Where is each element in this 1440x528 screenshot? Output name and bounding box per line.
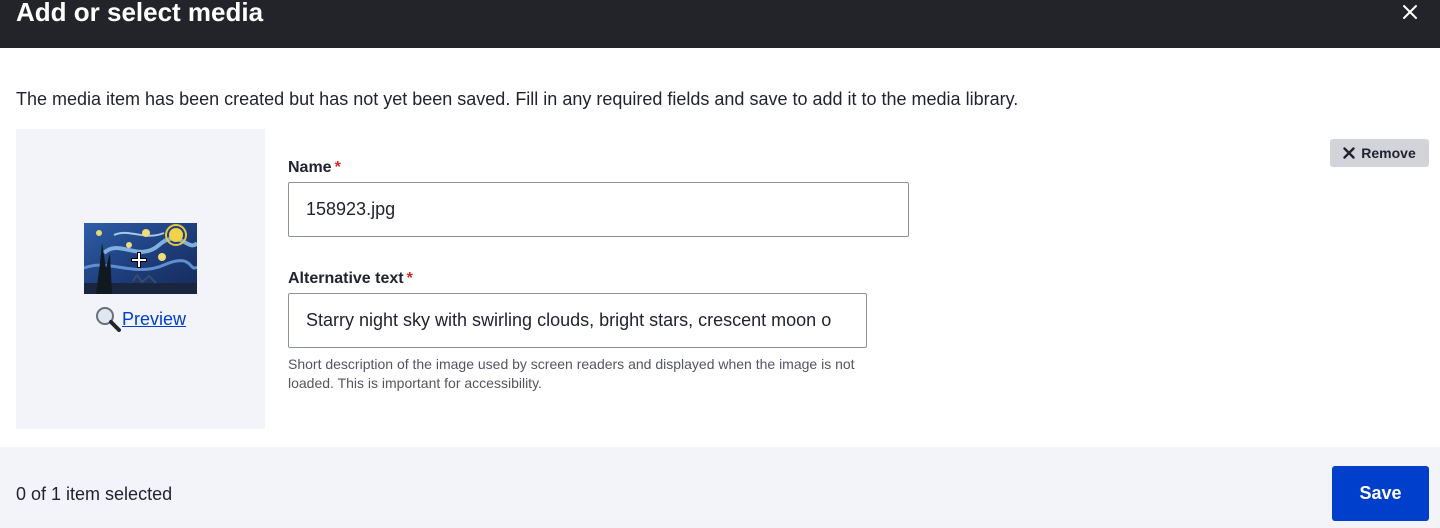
- remove-label: Remove: [1361, 145, 1416, 161]
- name-field[interactable]: [288, 182, 909, 237]
- preview-label: Preview: [122, 309, 187, 329]
- required-marker: *: [334, 159, 341, 176]
- status-message: The media item has been created but has …: [16, 89, 1019, 109]
- alt-text-field[interactable]: [288, 293, 867, 348]
- close-button[interactable]: [1396, 0, 1424, 24]
- alt-text-label: Alternative text *: [288, 269, 413, 289]
- dialog-titlebar: Add or select media: [0, 0, 1440, 48]
- name-label: Name *: [288, 158, 341, 178]
- media-preview-panel: Preview: [16, 129, 265, 429]
- remove-button[interactable]: Remove: [1330, 139, 1429, 167]
- name-label-text: Name: [288, 159, 332, 176]
- save-button[interactable]: Save: [1332, 466, 1429, 521]
- dialog-title: Add or select media: [16, 0, 264, 27]
- media-dialog: Add or select media The media item has b…: [0, 0, 1440, 528]
- media-thumbnail[interactable]: [84, 223, 197, 294]
- preview-link[interactable]: Preview: [94, 305, 186, 333]
- required-marker: *: [406, 270, 413, 287]
- magnifier-icon: [96, 307, 121, 332]
- alt-text-help: Short description of the image used by s…: [288, 356, 855, 391]
- x-icon: [1343, 147, 1355, 159]
- close-icon: [1403, 5, 1417, 19]
- cursor-crosshair-icon: [131, 252, 147, 268]
- selected-count: 0 of 1 item selected: [16, 484, 173, 504]
- alt-text-label-text: Alternative text: [288, 270, 404, 287]
- dialog-footer: 0 of 1 item selected Save: [0, 447, 1440, 528]
